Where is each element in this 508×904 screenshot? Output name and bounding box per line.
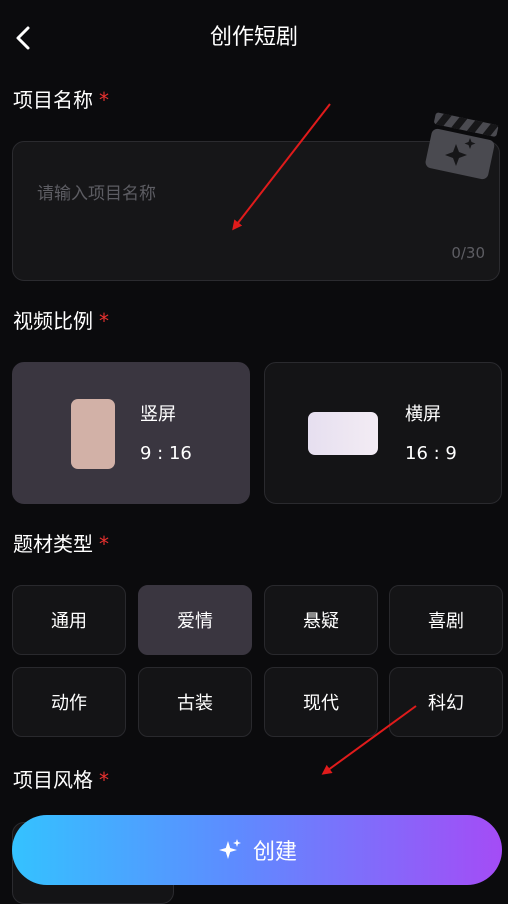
genre-chip-comedy[interactable]: 喜剧 [389,585,503,655]
ratio-name: 竖屏 [140,404,176,425]
genre-chip-modern[interactable]: 现代 [264,667,378,737]
required-mark: * [99,309,109,333]
chip-label: 古装 [177,693,213,714]
genre-label: 题材类型 * [13,530,109,558]
chip-label: 现代 [303,693,339,714]
clapperboard-sparkle-icon [425,112,499,180]
chip-label: 科幻 [428,693,464,714]
ratio-value: 9 : 16 [140,443,192,464]
sparkle-icon [218,839,241,859]
project-name-input[interactable] [37,178,427,210]
landscape-shape-icon [308,412,378,455]
genre-chip-action[interactable]: 动作 [12,667,126,737]
top-bar: 创作短剧 [0,0,508,76]
aspect-ratio-label: 视频比例 * [13,307,109,335]
genre-chip-general[interactable]: 通用 [12,585,126,655]
ratio-name: 横屏 [405,404,441,425]
ratio-option-portrait[interactable]: 竖屏 9 : 16 [12,362,250,504]
create-button[interactable]: 创建 [12,815,502,885]
chip-label: 喜剧 [428,611,464,632]
aspect-ratio-label-text: 视频比例 [13,309,93,333]
required-mark: * [99,532,109,556]
required-mark: * [99,768,109,792]
genre-label-text: 题材类型 [13,532,93,556]
project-name-label-text: 项目名称 [13,88,93,112]
char-counter: 0/30 [451,244,485,262]
style-label: 项目风格 * [13,766,109,794]
chip-label: 动作 [51,693,87,714]
chip-label: 通用 [51,611,87,632]
ratio-option-landscape[interactable]: 横屏 16 : 9 [264,362,502,504]
genre-chip-costume[interactable]: 古装 [138,667,252,737]
create-button-label: 创建 [252,840,297,865]
project-name-label: 项目名称 * [13,86,109,114]
ratio-value: 16 : 9 [405,443,457,464]
chip-label: 爱情 [177,611,213,632]
chip-label: 悬疑 [303,611,339,632]
portrait-shape-icon [71,399,115,469]
genre-chip-romance[interactable]: 爱情 [138,585,252,655]
style-label-text: 项目风格 [13,768,93,792]
genre-chip-suspense[interactable]: 悬疑 [264,585,378,655]
genre-chip-scifi[interactable]: 科幻 [389,667,503,737]
page-title: 创作短剧 [209,25,298,50]
required-mark: * [99,88,109,112]
